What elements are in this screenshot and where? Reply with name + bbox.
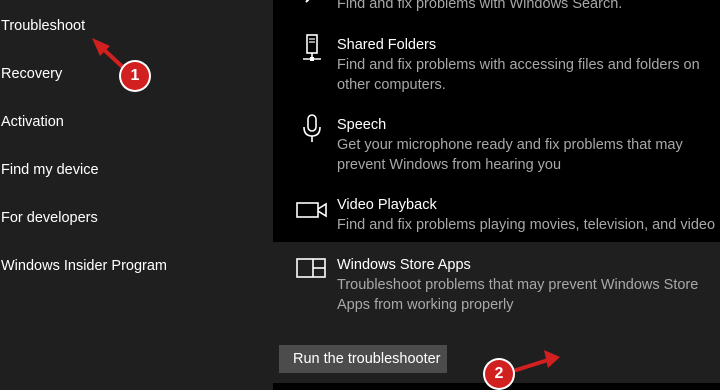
- annotation-step-1-badge: 1: [121, 62, 149, 90]
- annotation-step-2-badge: 2: [485, 360, 513, 388]
- annotation-arrowhead-2: [544, 350, 560, 368]
- annotation-arrows: [92, 38, 560, 374]
- annotation-arrow-2: [509, 358, 549, 374]
